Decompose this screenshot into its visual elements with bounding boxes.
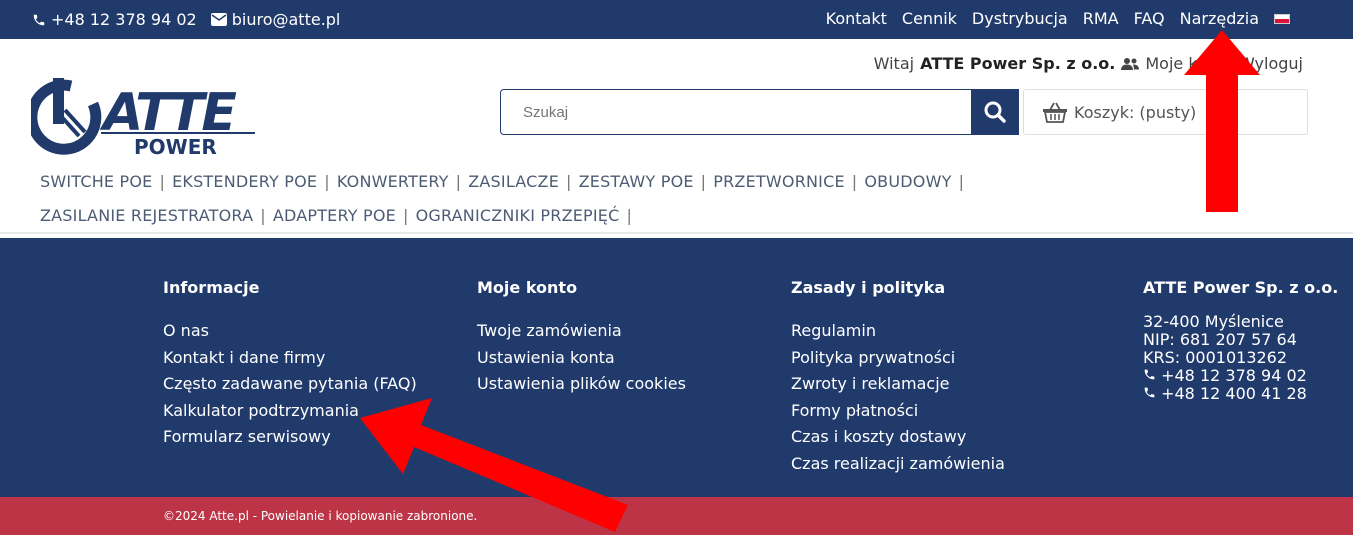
welcome-prefix: Witaj — [873, 54, 915, 73]
top-link-kontakt[interactable]: Kontakt — [826, 9, 887, 28]
nav-separator: | — [700, 172, 707, 191]
company-phone-2-row[interactable]: +48 12 400 41 28 — [1143, 385, 1338, 403]
logout-link[interactable]: Wyloguj — [1239, 54, 1303, 73]
footer-account-title: Moje konto — [477, 278, 578, 297]
company-krs: KRS: 0001013262 — [1143, 348, 1288, 367]
nav-separator: | — [403, 206, 409, 225]
nav-separator: | — [626, 206, 633, 225]
cart-label: Koszyk: (pusty) — [1074, 102, 1197, 122]
category-konwertery[interactable]: KONWERTERY — [337, 172, 449, 191]
category-nav-row-1: SWITCHE POE | EKSTENDERY POE | KONWERTERY | ZA… — [40, 172, 1040, 191]
contact-info: +48 12 378 94 02 biuro@atte.pl — [32, 10, 340, 29]
company-phone-2: +48 12 400 41 28 — [1161, 384, 1307, 403]
company-nip: NIP: 681 207 57 64 — [1143, 330, 1297, 349]
top-nav: Kontakt Cennik Dystrybucja RMA FAQ Narzę… — [826, 9, 1290, 28]
footer-link-platnosci[interactable]: Formy płatności — [791, 398, 1005, 425]
footer-col-account: Moje konto Twoje zamówienia Ustawienia k… — [477, 278, 686, 398]
category-switche-poe[interactable]: SWITCHE POE — [40, 172, 152, 191]
category-obudowy[interactable]: OBUDOWY — [864, 172, 951, 191]
footer-company-title: ATTE Power Sp. z o.o. — [1143, 278, 1339, 297]
search-button[interactable] — [971, 90, 1018, 134]
email-contact[interactable]: biuro@atte.pl — [210, 10, 341, 29]
nav-separator: | — [324, 172, 330, 191]
nav-separator: | — [455, 172, 462, 191]
footer-link-cookies[interactable]: Ustawienia plików cookies — [477, 371, 686, 398]
footer-link-formularz[interactable]: Formularz serwisowy — [163, 424, 417, 451]
top-bar: +48 12 378 94 02 biuro@atte.pl Kontakt C… — [0, 0, 1353, 39]
footer-link-faq[interactable]: Często zadawane pytania (FAQ) — [163, 371, 417, 398]
category-adaptery-poe[interactable]: ADAPTERY POE — [273, 206, 396, 225]
welcome-company: ATTE Power Sp. z o.o. — [920, 54, 1116, 73]
footer-link-regulamin[interactable]: Regulamin — [791, 318, 1005, 345]
nav-separator: | — [260, 206, 266, 225]
footer: Informacje O nas Kontakt i dane firmy Cz… — [0, 238, 1353, 497]
footer-col-policy: Zasady i polityka Regulamin Polityka pry… — [791, 278, 1005, 477]
search-input[interactable] — [501, 90, 971, 134]
footer-link-ustawienia[interactable]: Ustawienia konta — [477, 345, 686, 372]
footer-link-o-nas[interactable]: O nas — [163, 318, 417, 345]
category-zasilanie-rejestratora[interactable]: ZASILANIE REJESTRATORA — [40, 206, 253, 225]
polish-flag-icon[interactable] — [1274, 13, 1290, 24]
footer-link-zamowienia[interactable]: Twoje zamówienia — [477, 318, 686, 345]
search-icon — [984, 101, 1006, 123]
top-link-dystrybucja[interactable]: Dystrybucja — [972, 9, 1068, 28]
account-link[interactable]: Moje konto — [1145, 54, 1233, 73]
basket-icon — [1043, 102, 1067, 123]
footer-policy-title: Zasady i polityka — [791, 278, 946, 297]
nav-separator: | — [159, 172, 166, 191]
copyright-bar: ©2024 Atte.pl - Powielanie i kopiowanie … — [0, 497, 1353, 535]
company-phone-1: +48 12 378 94 02 — [1161, 366, 1307, 385]
footer-link-zwroty[interactable]: Zwroty i reklamacje — [791, 371, 1005, 398]
footer-link-kontakt[interactable]: Kontakt i dane firmy — [163, 345, 417, 372]
atte-power-logo[interactable]: ATTE POWER — [26, 74, 256, 159]
phone-contact[interactable]: +48 12 378 94 02 — [32, 10, 197, 29]
phone-icon — [33, 14, 45, 25]
top-link-narzedzia[interactable]: Narzędzia — [1180, 9, 1259, 28]
footer-link-realizacja[interactable]: Czas realizacji zamówienia — [791, 451, 1005, 478]
top-link-rma[interactable]: RMA — [1083, 9, 1119, 28]
top-link-cennik[interactable]: Cennik — [902, 9, 957, 28]
company-address: 32-400 Myślenice — [1143, 312, 1284, 331]
category-przetwornice[interactable]: PRZETWORNICE — [713, 172, 845, 191]
category-ekstendery-poe[interactable]: EKSTENDERY POE — [172, 172, 317, 191]
category-ograniczniki-przepiec[interactable]: OGRANICZNIKI PRZEPIĘĆ — [416, 206, 620, 225]
category-nav-row-2: ZASILANIE REJESTRATORA | ADAPTERY POE | OGRA… — [40, 206, 1040, 225]
phone-icon — [1144, 369, 1155, 380]
footer-link-kalkulator[interactable]: Kalkulator podtrzymania — [163, 398, 417, 425]
category-zestawy-poe[interactable]: ZESTAWY POE — [579, 172, 694, 191]
nav-separator: | — [566, 172, 572, 191]
header-divider — [0, 232, 1353, 234]
email-address: biuro@atte.pl — [231, 10, 341, 29]
company-phone-1-row[interactable]: +48 12 378 94 02 — [1143, 367, 1338, 385]
footer-link-prywatnosc[interactable]: Polityka prywatności — [791, 345, 1005, 372]
footer-company: ATTE Power Sp. z o.o. 32-400 Myślenice N… — [1143, 278, 1338, 403]
phone-icon — [1144, 387, 1155, 398]
svg-text:POWER: POWER — [134, 135, 217, 158]
top-link-faq[interactable]: FAQ — [1134, 9, 1165, 28]
nav-separator: | — [851, 172, 858, 191]
cart-button[interactable]: Koszyk: (pusty) — [1023, 89, 1308, 135]
search-bar — [500, 89, 1019, 135]
category-zasilacze[interactable]: ZASILACZE — [468, 172, 559, 191]
users-icon — [1121, 57, 1140, 70]
footer-col-info: Informacje O nas Kontakt i dane firmy Cz… — [163, 278, 417, 451]
phone-number: +48 12 378 94 02 — [51, 10, 197, 29]
welcome-bar: Witaj ATTE Power Sp. z o.o. Moje konto W… — [874, 54, 1303, 73]
nav-separator: | — [958, 172, 965, 191]
footer-link-dostawa[interactable]: Czas i koszty dostawy — [791, 424, 1005, 451]
footer-info-title: Informacje — [163, 278, 260, 297]
envelope-icon — [210, 13, 227, 26]
